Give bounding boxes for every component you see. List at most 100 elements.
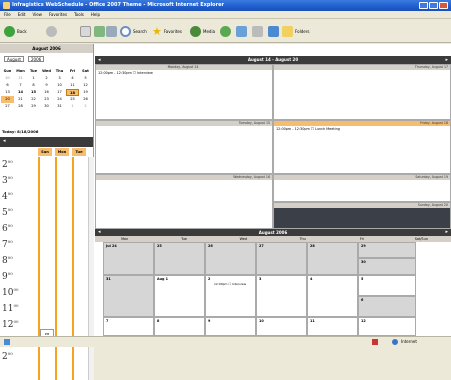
star-icon: ★ bbox=[152, 24, 162, 38]
month-cell[interactable]: 4 bbox=[307, 275, 358, 317]
selected-day-cell[interactable]: 18 bbox=[66, 89, 79, 96]
day-cell[interactable]: 9 bbox=[40, 82, 53, 89]
month-cell[interactable]: 27 bbox=[256, 242, 307, 275]
next-month-icon[interactable]: ▸ bbox=[445, 229, 448, 236]
day-cell[interactable]: 26 bbox=[79, 96, 92, 103]
menu-help[interactable]: Help bbox=[91, 12, 100, 17]
week-day-thursday[interactable]: Thursday, August 17 bbox=[273, 64, 451, 120]
week-day-wednesday[interactable]: Wednesday, August 16 bbox=[95, 174, 273, 229]
week-day-monday[interactable]: Monday, August 14 12:00pm - 12:30pm ☐ In… bbox=[95, 64, 273, 120]
month-cell[interactable]: 8 bbox=[154, 317, 205, 336]
menu-file[interactable]: File bbox=[4, 12, 11, 17]
prev-month-icon[interactable]: ◂ bbox=[98, 229, 101, 236]
month-cell[interactable]: 7 bbox=[103, 317, 154, 336]
day-cell[interactable]: 23 bbox=[40, 96, 53, 103]
refresh-button[interactable] bbox=[94, 24, 105, 38]
day-cell[interactable]: 2 bbox=[79, 103, 92, 110]
day-cell[interactable]: 28 bbox=[14, 103, 27, 110]
month-cell[interactable]: 2 12:00pm ☐ Interview bbox=[205, 275, 256, 317]
month-cell[interactable]: 9 bbox=[205, 317, 256, 336]
today-label[interactable]: Today: 8/18/2006 bbox=[2, 129, 38, 134]
day-cell[interactable]: 21 bbox=[14, 96, 27, 103]
month-cell[interactable]: 31 bbox=[103, 275, 154, 317]
forward-button[interactable] bbox=[46, 24, 57, 38]
day-cell[interactable]: 31 bbox=[53, 103, 66, 110]
day-label: Thursday, August 17 bbox=[274, 65, 450, 70]
day-cell[interactable]: 11 bbox=[66, 82, 79, 89]
menu-tools[interactable]: Tools bbox=[74, 12, 84, 17]
stop-button[interactable] bbox=[80, 24, 91, 38]
day-cell[interactable]: 3 bbox=[53, 75, 66, 82]
next-week-icon[interactable]: ▸ bbox=[445, 56, 448, 64]
day-cell[interactable]: 5 bbox=[79, 75, 92, 82]
day-cell[interactable]: 7 bbox=[14, 82, 27, 89]
mail-button[interactable] bbox=[236, 24, 247, 38]
day-cell[interactable]: 13 bbox=[1, 89, 14, 96]
month-cell[interactable]: 12 bbox=[358, 317, 416, 336]
month-cell[interactable]: 3 bbox=[256, 275, 307, 317]
day-cell[interactable]: 8 bbox=[27, 82, 40, 89]
month-cell[interactable]: 25 bbox=[154, 242, 205, 275]
year-select[interactable]: 2006 bbox=[28, 56, 45, 62]
day-cell[interactable]: 10 bbox=[53, 82, 66, 89]
month-cell[interactable]: 30 bbox=[358, 258, 416, 275]
day-cell[interactable]: 19 bbox=[79, 89, 92, 96]
menu-edit[interactable]: Edit bbox=[18, 12, 26, 17]
day-cell[interactable]: 25 bbox=[66, 96, 79, 103]
month-select[interactable]: August bbox=[4, 56, 24, 62]
day-cell[interactable]: 20 bbox=[1, 96, 14, 103]
menu-bar: File Edit View Favorites Tools Help bbox=[0, 11, 451, 19]
back-button[interactable]: Back bbox=[4, 24, 27, 38]
appointment-interview[interactable]: 12:00pm ☐ Interview bbox=[206, 282, 255, 287]
month-cell[interactable]: Aug 1 bbox=[154, 275, 205, 317]
appointment-lunch-meeting[interactable]: 12:00pm - 12:30pm ☐ Lunch Meeting bbox=[274, 126, 450, 132]
day-cell[interactable]: 14 bbox=[14, 89, 27, 96]
favorites-button[interactable]: ★ Favorites bbox=[152, 24, 182, 38]
minimize-button[interactable] bbox=[419, 2, 428, 9]
print-button[interactable] bbox=[252, 24, 263, 38]
day-cell[interactable]: 1 bbox=[27, 75, 40, 82]
week-view-title: August 14 - August 20 bbox=[247, 57, 299, 62]
day-cell[interactable]: 24 bbox=[53, 96, 66, 103]
menu-favorites[interactable]: Favorites bbox=[49, 12, 67, 17]
month-cell[interactable]: 11 bbox=[307, 317, 358, 336]
day-cell[interactable]: 30 bbox=[40, 103, 53, 110]
prev-arrow-icon[interactable]: ◂ bbox=[3, 138, 6, 144]
month-cell[interactable]: Jul 24 bbox=[103, 242, 154, 275]
menu-view[interactable]: View bbox=[32, 12, 42, 17]
search-button[interactable]: Search bbox=[120, 24, 147, 38]
folders-button[interactable]: Folders bbox=[282, 24, 309, 38]
day-cell[interactable]: 12 bbox=[79, 82, 92, 89]
month-cell[interactable]: 28 bbox=[307, 242, 358, 275]
day-cell[interactable]: 16 bbox=[40, 89, 53, 96]
month-cell[interactable]: 5 bbox=[358, 275, 416, 296]
history-button[interactable] bbox=[220, 24, 231, 38]
day-cell[interactable]: 30 bbox=[1, 75, 14, 82]
close-button[interactable] bbox=[439, 2, 448, 9]
day-cell[interactable]: 31 bbox=[14, 75, 27, 82]
maximize-button[interactable] bbox=[429, 2, 438, 9]
day-cell[interactable]: 1 bbox=[66, 103, 79, 110]
day-cell[interactable]: 2 bbox=[40, 75, 53, 82]
day-cell[interactable]: 15 bbox=[27, 89, 40, 96]
month-cell[interactable]: 6 bbox=[358, 296, 416, 317]
month-cell[interactable]: 26 bbox=[205, 242, 256, 275]
week-day-friday[interactable]: Friday, August 18 12:00pm - 12:30pm ☐ Lu… bbox=[273, 120, 451, 174]
appointment-interview[interactable]: 12:00pm - 12:30pm ☐ Interview bbox=[96, 70, 272, 76]
media-button[interactable]: Media bbox=[190, 24, 215, 38]
day-cell[interactable]: 29 bbox=[27, 103, 40, 110]
week-day-tuesday[interactable]: Tuesday, August 15 bbox=[95, 120, 273, 174]
messenger-button[interactable] bbox=[268, 24, 279, 38]
week-day-sunday[interactable]: Sunday, August 20 bbox=[273, 202, 451, 229]
dow-row: Sun Mon Tue Wed Thu Fri Sat bbox=[3, 69, 89, 73]
day-cell[interactable]: 17 bbox=[53, 89, 66, 96]
month-cell[interactable]: 29 bbox=[358, 242, 416, 258]
day-cell[interactable]: 6 bbox=[1, 82, 14, 89]
day-cell[interactable]: 22 bbox=[27, 96, 40, 103]
month-cell[interactable]: 10 bbox=[256, 317, 307, 336]
prev-week-icon[interactable]: ◂ bbox=[98, 56, 101, 64]
home-button[interactable] bbox=[106, 24, 117, 38]
day-cell[interactable]: 27 bbox=[1, 103, 14, 110]
day-cell[interactable]: 4 bbox=[66, 75, 79, 82]
week-day-saturday[interactable]: Saturday, August 19 bbox=[273, 174, 451, 202]
